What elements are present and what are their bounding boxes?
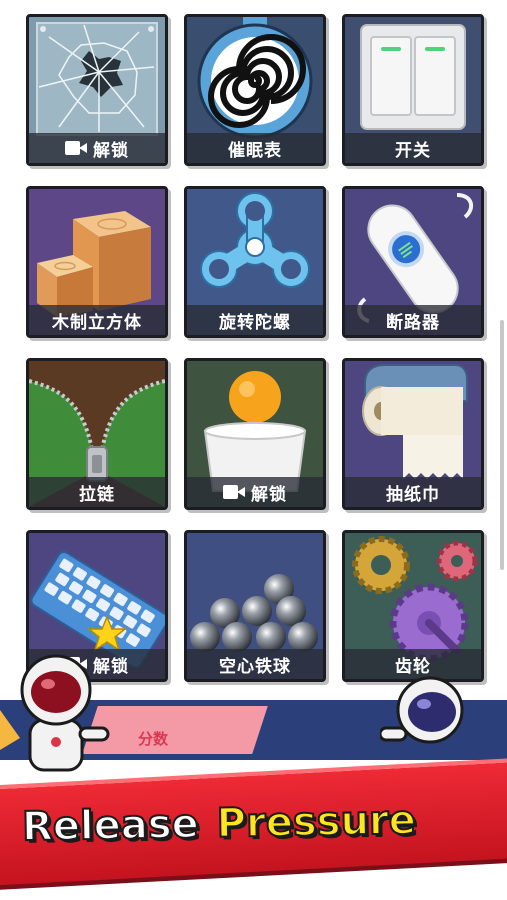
tile-label-bar: 解锁: [29, 133, 165, 163]
astronaut-left-icon: [0, 654, 110, 772]
tile-wooden-cube[interactable]: 木制立方体: [26, 186, 168, 338]
tile-label-bar: 空心铁球: [187, 649, 323, 679]
tile-label-bar: 解锁: [187, 477, 323, 507]
vertical-scrollbar[interactable]: [500, 320, 504, 570]
game-grid: 解锁 催眠表 开关 木制立方体 旋转陀螺 断路器 拉链 解锁 抽纸巾 解锁 空心…: [0, 0, 507, 690]
tile-label-bar: 断路器: [345, 305, 481, 335]
score-panel: [82, 706, 268, 754]
tile-label: 木制立方体: [52, 312, 142, 333]
tile-label-bar: 木制立方体: [29, 305, 165, 335]
tile-label-bar: 拉链: [29, 477, 165, 507]
slogan-text: Release Pressure: [21, 796, 493, 851]
tile-label-bar: 旋转陀螺: [187, 305, 323, 335]
tile-gears[interactable]: 齿轮: [342, 530, 484, 682]
tile-label: 空心铁球: [219, 656, 291, 677]
tile-label: 旋转陀螺: [219, 312, 291, 333]
tile-label: 断路器: [386, 312, 440, 333]
tile-switch[interactable]: 开关: [342, 14, 484, 166]
tile-label-bar: 催眠表: [187, 133, 323, 163]
slogan-pressure: Pressure: [215, 796, 417, 847]
score-label: 分数: [138, 730, 169, 748]
tile-broken-glass[interactable]: 解锁: [26, 14, 168, 166]
tile-ping-pong-cup[interactable]: 解锁: [184, 358, 326, 510]
video-camera-icon: [223, 485, 245, 499]
tile-label: 解锁: [251, 484, 287, 505]
tile-label: 催眠表: [228, 140, 282, 161]
tile-label-bar: 开关: [345, 133, 481, 163]
tile-circuit-breaker[interactable]: 断路器: [342, 186, 484, 338]
tile-tissue-roll[interactable]: 抽纸巾: [342, 358, 484, 510]
slogan-release: Release: [21, 800, 200, 851]
tile-label: 解锁: [93, 140, 129, 161]
tile-label: 拉链: [79, 484, 115, 505]
video-camera-icon: [65, 141, 87, 155]
tile-hypnosis-watch[interactable]: 催眠表: [184, 14, 326, 166]
tile-label-bar: 抽纸巾: [345, 477, 481, 507]
tile-hollow-iron-balls[interactable]: 空心铁球: [184, 530, 326, 682]
tile-label: 开关: [395, 140, 431, 161]
tile-fidget-spinner[interactable]: 旋转陀螺: [184, 186, 326, 338]
tile-label: 抽纸巾: [386, 484, 440, 505]
tile-zipper[interactable]: 拉链: [26, 358, 168, 510]
